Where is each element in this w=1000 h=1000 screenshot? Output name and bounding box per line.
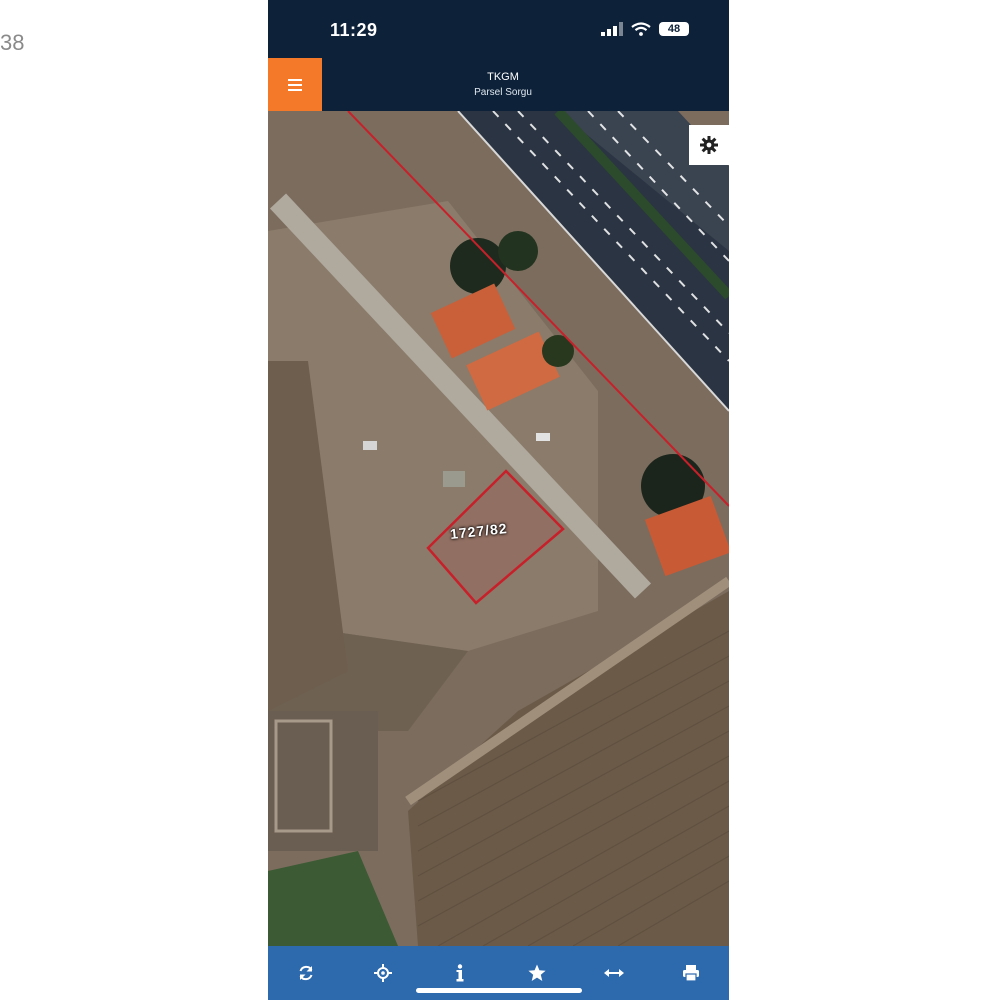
satellite-map[interactable]: 1727/82: [268, 111, 729, 946]
status-icons: 48: [601, 22, 689, 36]
status-time: 11:29: [330, 20, 378, 40]
info-icon: [456, 964, 464, 982]
print-button[interactable]: [671, 953, 711, 993]
header-titles: TKGM Parsel Sorgu: [398, 70, 608, 100]
status-bar: 11:29 48: [268, 0, 729, 58]
measure-icon: [603, 969, 624, 977]
app-subtitle: Parsel Sorgu: [474, 87, 532, 98]
battery-indicator: 48: [659, 22, 689, 36]
print-icon: [682, 965, 699, 982]
wifi-icon: [631, 22, 651, 36]
favorite-button[interactable]: [517, 953, 557, 993]
locate-button[interactable]: [363, 953, 403, 993]
hamburger-icon: [288, 78, 302, 91]
map-settings-button[interactable]: [689, 125, 729, 165]
refresh-icon: [299, 965, 313, 981]
info-button[interactable]: [440, 953, 480, 993]
signal-icon: [601, 22, 623, 36]
home-indicator: [416, 988, 582, 993]
locate-icon: [374, 964, 393, 982]
refresh-button[interactable]: [286, 953, 326, 993]
edge-text: 38: [0, 30, 25, 55]
app-header: TKGM Parsel Sorgu: [268, 58, 729, 111]
gear-icon: [700, 136, 718, 154]
app-title: TKGM: [487, 71, 519, 83]
phone-screen: 11:29 48 TKGM Parsel Sorgu 1727/82: [268, 0, 729, 1000]
star-icon: [528, 964, 546, 981]
measure-button[interactable]: [594, 953, 634, 993]
menu-button[interactable]: [268, 58, 322, 111]
